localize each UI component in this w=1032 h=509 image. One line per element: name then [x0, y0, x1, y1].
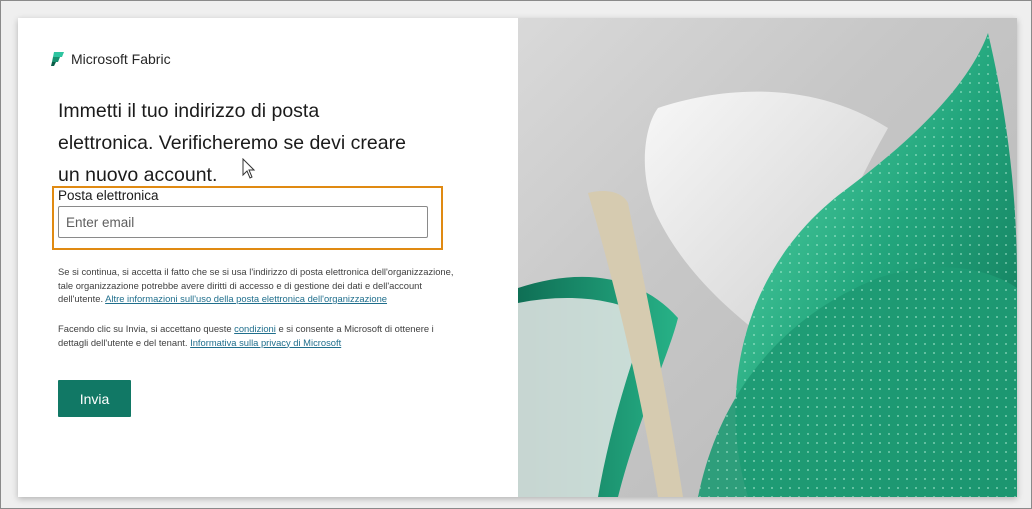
fabric-logo-icon: [51, 52, 64, 66]
brand-name: Microsoft Fabric: [71, 51, 171, 67]
consent-part: dettagli dell'utente e del tenant.: [58, 336, 188, 348]
submit-button[interactable]: Invia: [58, 380, 131, 417]
consent-line: Facendo clic su Invia, si accettano ques…: [58, 322, 498, 336]
notice-line-text: dell'utente.: [58, 293, 104, 304]
notice-line: Se si continua, si accetta il fatto che …: [58, 266, 454, 277]
brand-header: Microsoft Fabric: [51, 51, 171, 67]
org-email-info-link[interactable]: Altre informazioni sull'uso della posta …: [105, 293, 387, 304]
mouse-pointer-icon: [242, 158, 256, 179]
signin-panel: Microsoft Fabric Immetti il tuo indirizz…: [18, 18, 518, 497]
consent-part: e si consente a Microsoft di ottenere i: [278, 323, 434, 334]
hero-artwork: [518, 18, 1017, 497]
privacy-link[interactable]: Informativa sulla privacy di Microsoft: [190, 337, 341, 348]
page-title-line: elettronica. Verificheremo se devi crear…: [58, 132, 406, 154]
notice-line: dell'utente. Altre informazioni sull'uso…: [58, 292, 498, 306]
consent-line: dettagli dell'utente e del tenant. Infor…: [58, 336, 498, 350]
email-input[interactable]: [58, 206, 428, 238]
notice-line: tale organizzazione potrebbe avere dirit…: [58, 279, 422, 291]
email-label: Posta elettronica: [58, 188, 159, 203]
consent-text: Facendo clic su Invia, si accettano ques…: [58, 322, 498, 349]
window-frame: Microsoft Fabric Immetti il tuo indirizz…: [0, 0, 1032, 509]
terms-link[interactable]: condizioni: [234, 323, 276, 334]
signin-card: Microsoft Fabric Immetti il tuo indirizz…: [18, 18, 1017, 497]
fabric-leaf-illustration: [518, 33, 1017, 497]
page-title: Immetti il tuo indirizzo di posta elettr…: [58, 95, 458, 191]
organization-notice: Se si continua, si accetta il fatto che …: [58, 265, 498, 306]
page-title-line: Immetti il tuo indirizzo di posta: [58, 100, 320, 122]
consent-part: Facendo clic su Invia, si accettano ques…: [58, 323, 232, 334]
